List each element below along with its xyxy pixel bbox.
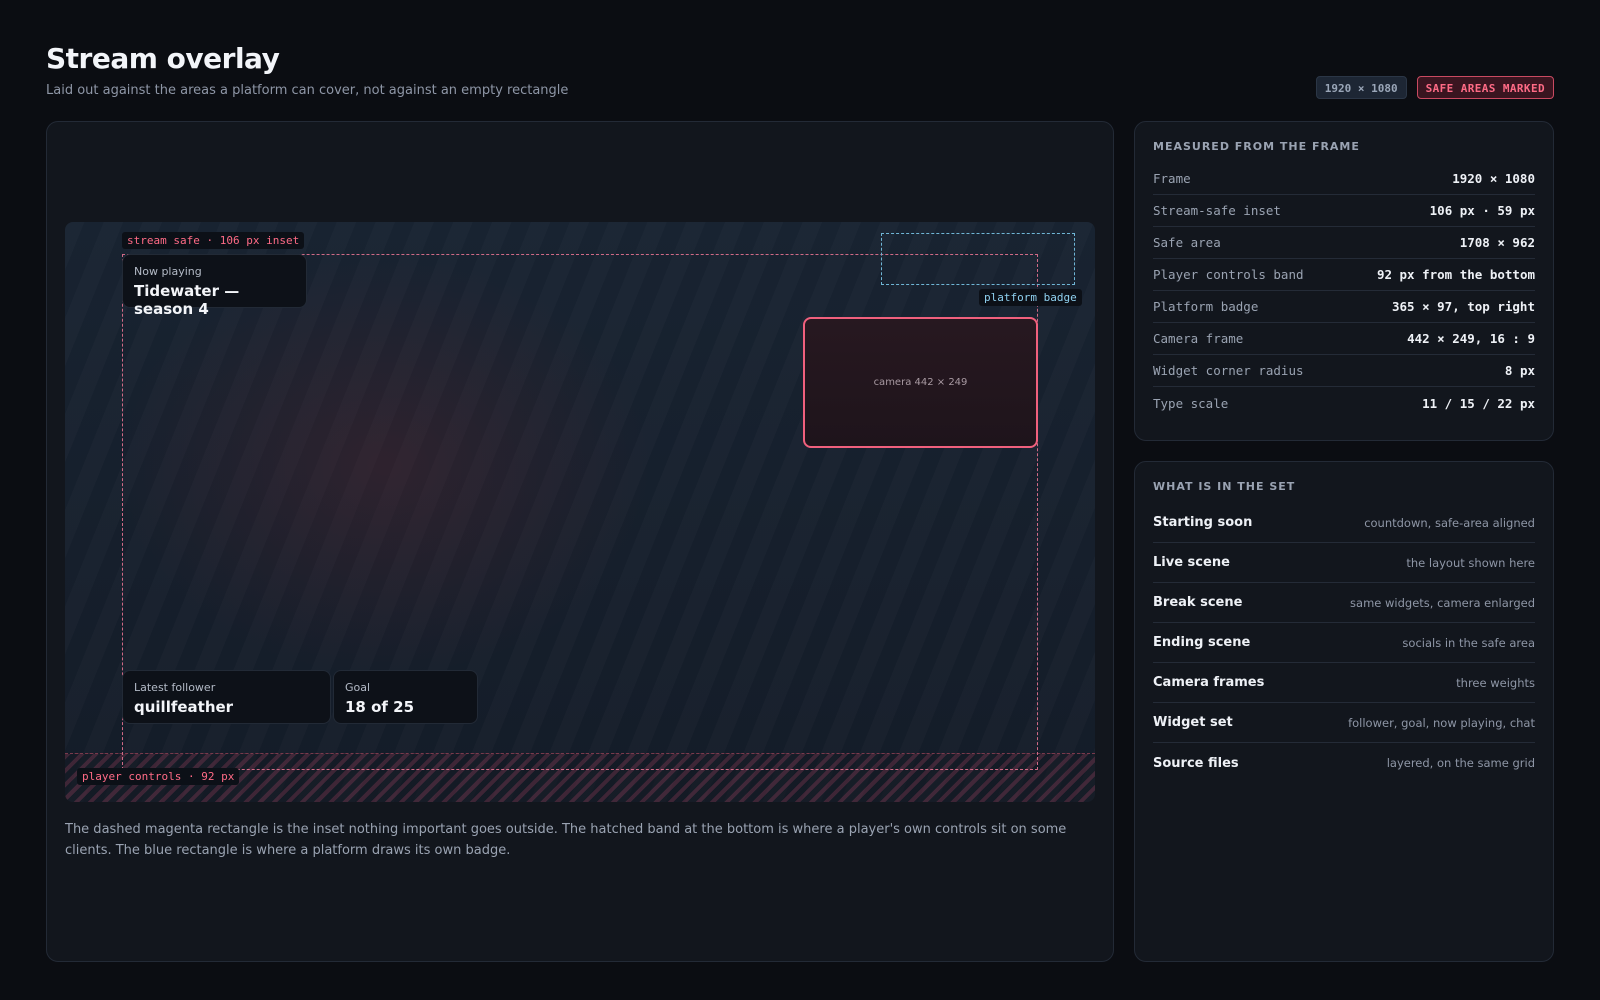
measurement-row: Camera frame 442 × 249, 16 : 9 xyxy=(1153,323,1535,355)
resolution-badge: 1920 × 1080 xyxy=(1315,76,1407,99)
set-row: Widget set follower, goal, now playing, c… xyxy=(1153,703,1535,743)
measurements-panel: MEASURED FROM THE FRAME Frame 1920 × 1080… xyxy=(1134,121,1554,441)
measurement-key: Player controls band xyxy=(1153,267,1304,282)
set-item-description: layered, on the same grid xyxy=(1386,756,1535,770)
set-item-name: Break scene xyxy=(1153,595,1243,610)
set-contents-panel: WHAT IS IN THE SET Starting soon countdow… xyxy=(1134,461,1554,962)
measurement-value: 8 px xyxy=(1504,363,1535,378)
measurement-row: Player controls band 92 px from the botto… xyxy=(1153,259,1535,291)
measurement-key: Widget corner radius xyxy=(1153,363,1304,378)
goal-widget: Goal 18 of 25 xyxy=(333,670,478,724)
preview-caption: The dashed magenta rectangle is the inse… xyxy=(65,822,1067,858)
set-item-name: Starting soon xyxy=(1153,515,1253,530)
set-item-description: same widgets, camera enlarged xyxy=(1350,595,1535,610)
page-subtitle: Laid out against the areas a platform ca… xyxy=(46,83,569,98)
set-item-name: Widget set xyxy=(1153,715,1233,730)
measurement-value: 1708 × 962 xyxy=(1459,235,1535,250)
latest-follower-value: quillfeather xyxy=(134,698,234,716)
set-item-description: the layout shown here xyxy=(1406,555,1535,570)
set-contents-list: Starting soon countdown, safe-area aligne… xyxy=(1153,503,1535,783)
measurement-value: 1920 × 1080 xyxy=(1452,171,1535,186)
goal-label: Goal xyxy=(345,681,371,694)
set-item-description: socials in the safe area xyxy=(1402,635,1535,650)
measurement-value: 92 px from the bottom xyxy=(1376,267,1535,282)
measurement-key: Type scale xyxy=(1153,395,1229,411)
set-row: Camera frames three weights xyxy=(1153,663,1535,703)
set-row: Ending scene socials in the safe area xyxy=(1153,623,1535,663)
set-contents-title: WHAT IS IN THE SET xyxy=(1153,480,1296,493)
measurement-row: Platform badge 365 × 97, top right xyxy=(1153,291,1535,323)
goal-value: 18 of 25 xyxy=(345,698,415,716)
measurement-row: Frame 1920 × 1080 xyxy=(1153,163,1535,195)
measurement-key: Platform badge xyxy=(1153,299,1259,314)
set-item-description: countdown, safe-area aligned xyxy=(1364,515,1535,530)
now-playing-value: Tidewater — season 4 xyxy=(134,282,240,318)
set-item-description: three weights xyxy=(1456,675,1535,690)
now-playing-widget: Now playing Tidewater — season 4 xyxy=(122,254,307,318)
set-item-name: Source files xyxy=(1153,755,1239,771)
page-title: Stream overlay xyxy=(46,42,280,75)
measurement-key: Safe area xyxy=(1153,235,1221,250)
measurement-row: Stream-safe inset 106 px · 59 px xyxy=(1153,195,1535,227)
measurement-row: Safe area 1708 × 962 xyxy=(1153,227,1535,259)
latest-follower-label: Latest follower xyxy=(134,681,216,694)
overlay-frame: stream safe · 106 px inset platform badg… xyxy=(65,222,1095,802)
set-item-name: Live scene xyxy=(1153,555,1230,570)
platform-badge-rectangle xyxy=(881,233,1075,285)
stream-safe-tag: stream safe · 106 px inset xyxy=(122,232,305,249)
measurement-value: 365 × 97, top right xyxy=(1392,299,1535,314)
measurement-value: 11 / 15 / 22 px xyxy=(1422,395,1535,411)
measurements-title: MEASURED FROM THE FRAME xyxy=(1153,140,1360,153)
set-row: Break scene same widgets, camera enlarged xyxy=(1153,583,1535,623)
set-item-name: Ending scene xyxy=(1153,635,1251,650)
set-item-name: Camera frames xyxy=(1153,675,1265,690)
player-controls-tag: player controls · 92 px xyxy=(77,768,240,785)
measurement-value: 106 px · 59 px xyxy=(1429,203,1535,218)
measurement-value: 442 × 249, 16 : 9 xyxy=(1407,331,1535,346)
set-row: Source files layered, on the same grid xyxy=(1153,743,1535,783)
latest-follower-widget: Latest follower quillfeather xyxy=(122,670,331,724)
set-row: Live scene the layout shown here xyxy=(1153,543,1535,583)
camera-label: camera 442 × 249 xyxy=(873,377,968,388)
measurement-row: Type scale 11 / 15 / 22 px xyxy=(1153,387,1535,419)
header-badges: 1920 × 1080 SAFE AREAS MARKED xyxy=(1315,76,1554,99)
now-playing-label: Now playing xyxy=(134,265,202,278)
platform-badge-tag: platform badge xyxy=(979,289,1082,306)
camera-frame: camera 442 × 249 xyxy=(803,317,1038,448)
overlay-preview-panel: stream safe · 106 px inset platform badg… xyxy=(46,121,1114,962)
measurement-row: Widget corner radius 8 px xyxy=(1153,355,1535,387)
set-row: Starting soon countdown, safe-area aligne… xyxy=(1153,503,1535,543)
measurements-list: Frame 1920 × 1080 Stream-safe inset 106 px… xyxy=(1153,163,1535,419)
measurement-key: Stream-safe inset xyxy=(1153,203,1281,218)
set-item-description: follower, goal, now playing, chat xyxy=(1348,715,1535,730)
measurement-key: Camera frame xyxy=(1153,331,1244,346)
safe-areas-badge: SAFE AREAS MARKED xyxy=(1416,76,1554,99)
measurement-key: Frame xyxy=(1153,171,1191,186)
